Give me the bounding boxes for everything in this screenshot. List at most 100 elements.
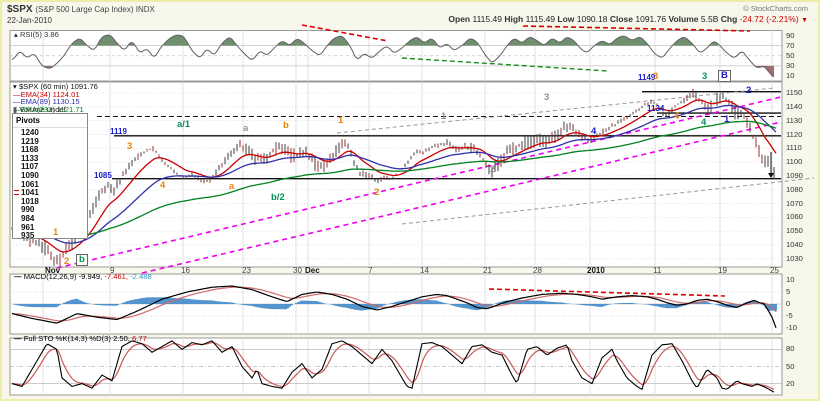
rsi-ytick: 30 [786,60,795,70]
pivot-value: 1240 [21,128,39,137]
rsi-legend: ▴ RSI(5) 3.86 [14,31,59,39]
wave-annotation: 1 [724,114,730,125]
macd-line-icon: — [14,272,22,281]
wave-annotation: 1 [338,115,344,126]
macd-value: -9.949, [78,272,103,281]
change-down-icon: ▼ [801,17,808,24]
pivot-value: 990 [21,205,35,215]
copyright-link[interactable]: © StockCharts.com [743,5,808,13]
rsi-ytick: 70 [786,40,795,50]
macd-ytick: -10 [786,323,797,332]
price-ytick: 1090 [786,170,803,180]
macd-ytick: 5 [786,287,791,296]
macd-ytick: -5 [786,311,793,320]
xaxis-date-label: 23 [242,266,251,275]
pivots-title: Pivots [13,114,87,128]
symbol-label: $SPX [7,4,33,15]
wave-annotation: 4 [701,117,707,128]
xaxis-date-label: 21 [483,266,492,275]
wave-annotation: 2 [64,256,70,267]
quote-value: 5.5B [700,14,721,24]
page-title: $SPX (S&P 500 Large Cap Index) INDX [7,4,155,16]
price-ytick: 1110 [786,143,802,153]
price-ytick: 1140 [786,101,803,111]
quote-label: Close [609,14,636,24]
sto-ytick: 80 [786,344,795,354]
xaxis-date-label: 11 [653,266,662,275]
wave-annotation: B [718,70,731,82]
xaxis-date-label: 19 [718,266,727,275]
rsi-ytick: 10 [786,71,795,80]
macd-ytick: 10 [786,275,795,284]
price-ytick: 1150 [786,88,803,97]
pivot-value: 1061 [21,179,39,189]
quote-value: 1115.49 [525,14,558,24]
wave-annotation: 1134 [647,104,665,113]
price-ytick: 1100 [786,157,803,167]
wave-annotation: 2 [746,85,752,96]
wave-annotation: 2 [374,187,380,198]
sto-values: 2.50, 6.77 [113,334,147,343]
sto-value: 6.77 [129,334,147,343]
quote-value: 1090.18 [576,14,610,24]
pivot-values: 1240 1219 1168 1133 1107 1090 1061 1041 1018 990 9… [13,128,87,240]
sto-value: 2.50, [113,334,130,343]
price-ytick: 1070 [786,198,803,208]
pivot-value: 984 [21,213,35,223]
price-ytick: 1130 [786,115,803,125]
pivot-value: 1219 [21,136,39,146]
wave-annotation: b [283,120,289,131]
pivot-value: 1168 [21,145,39,155]
quote-value: 1115.49 [472,14,505,24]
sto-title: Full STO %K(14,3) %D(3) [23,334,111,343]
wave-annotation: 1 [441,111,447,122]
chart-date: 22-Jan-2010 [7,16,52,25]
quote-line: Open 1115.49 High 1115.49 Low 1090.18 Cl… [448,15,808,24]
quote-label: Chg [720,14,740,24]
xaxis-date-label: 9 [110,266,115,275]
macd-values: -9.949, -7.461, -2.488 [79,272,152,281]
sto-ytick: 50 [786,361,795,371]
pivot-value: 935 [21,231,35,241]
pivot-value: 1133 [21,153,39,163]
rsi-value: 3.86 [44,30,59,39]
quote-label: Open [448,14,473,24]
pivots-box: Pivots 1240 1219 1168 1133 1107 1090 1061 1041 1… [12,113,88,240]
quote-label: Low [557,14,577,24]
price-ytick: 1060 [786,212,803,222]
pivot-value: 1018 [21,196,39,206]
xaxis-date-label: 28 [533,266,542,275]
wave-annotation: a [243,123,249,134]
quote-value: -24.72 (-2.21%) [739,14,802,24]
xaxis-date-label: 30 [293,266,302,275]
xaxis-date-label: 16 [181,266,190,275]
wave-annotation: 1085 [94,171,112,180]
price-ytick: 1080 [786,184,803,194]
wave-annotation: a/1 [177,119,191,130]
quote-label: High [504,14,526,24]
pivot-value: 1090 [21,170,39,180]
sto-ytick: 20 [786,378,795,388]
quote-value: 1091.76 [635,14,669,24]
xaxis-date-label: Dec [305,266,320,275]
symbol-description: (S&P 500 Large Cap Index) INDX [35,5,155,14]
rsi-icon: ▴ [14,30,18,39]
macd-legend: — MACD(12,26,9) -9.949, -7.461, -2.488 [14,273,152,281]
pivot-value: 1041 [13,188,87,197]
sto-line-icon: — [14,334,22,343]
macd-ytick: 0 [786,299,791,308]
wave-annotation: 1 [53,227,59,238]
rsi-ytick: 50 [786,50,795,60]
xaxis-date-label: 2010 [587,266,605,275]
wave-annotation: 3 [544,92,550,103]
wave-annotation: 3 [653,71,659,82]
wave-annotation: 4 [160,180,166,191]
xaxis-date-label: Nov [45,266,61,275]
xaxis-date-label: 25 [770,266,779,275]
stockcharts-chart-image: $SPX (S&P 500 Large Cap Index) INDX 22-J… [0,0,820,401]
wave-annotation: 3 [702,71,708,82]
quote-label: Volume [668,14,701,24]
xaxis-date-label: 7 [368,266,373,275]
pivot-marker-icon [14,190,19,196]
wave-annotation: 2 [490,164,496,175]
